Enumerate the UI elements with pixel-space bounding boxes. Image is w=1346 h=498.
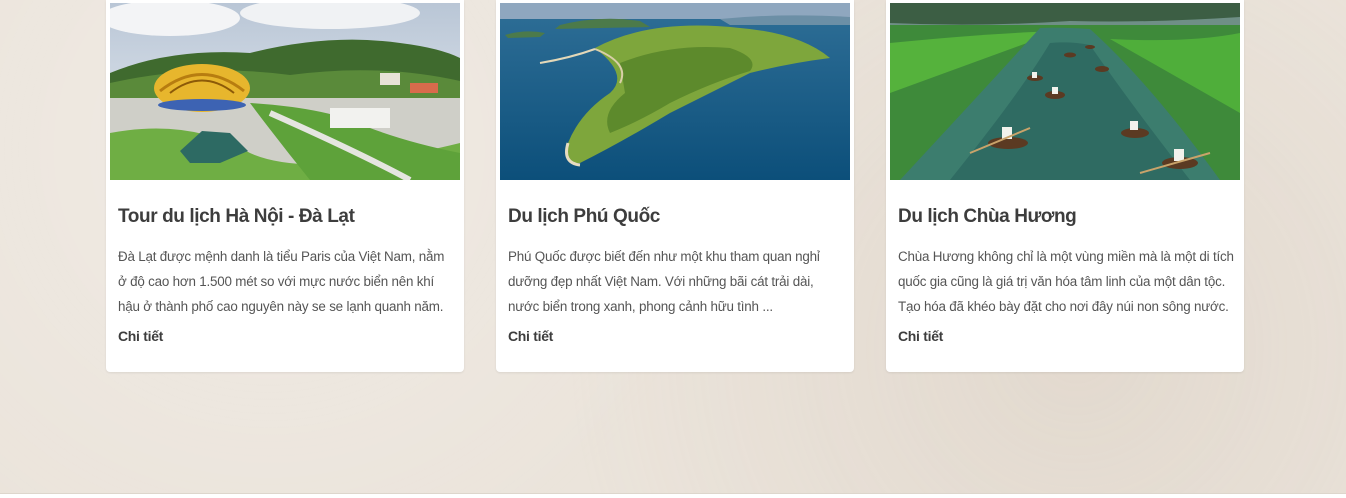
tour-title[interactable]: Tour du lịch Hà Nội - Đà Lạt <box>118 206 448 228</box>
phu-quoc-photo <box>500 3 850 180</box>
tour-card: Du lịch Phú Quốc Phú Quốc được biết đến … <box>496 0 854 372</box>
tour-image[interactable] <box>110 3 460 180</box>
details-link[interactable]: Chi tiết <box>508 328 553 344</box>
tour-card: Tour du lịch Hà Nội - Đà Lạt Đà Lạt được… <box>106 0 464 372</box>
tour-image[interactable] <box>890 3 1240 180</box>
tour-image[interactable] <box>500 3 850 180</box>
details-link[interactable]: Chi tiết <box>118 328 163 344</box>
tour-description: Phú Quốc được biết đến như một khu tham … <box>508 249 820 314</box>
tour-card: Du lịch Chùa Hương Chùa Hương không chỉ … <box>886 0 1244 372</box>
tour-title[interactable]: Du lịch Phú Quốc <box>508 206 838 228</box>
da-lat-photo <box>110 3 460 180</box>
tour-description: Đà Lạt được mệnh danh là tiểu Paris của … <box>118 249 445 314</box>
tour-title[interactable]: Du lịch Chùa Hương <box>898 206 1228 228</box>
footer-divider <box>0 493 1346 498</box>
chua-huong-photo <box>890 3 1240 180</box>
tour-card-list: Tour du lịch Hà Nội - Đà Lạt Đà Lạt được… <box>106 0 1244 372</box>
tour-description: Chùa Hương không chỉ là một vùng miền mà… <box>898 249 1234 314</box>
details-link[interactable]: Chi tiết <box>898 328 943 344</box>
